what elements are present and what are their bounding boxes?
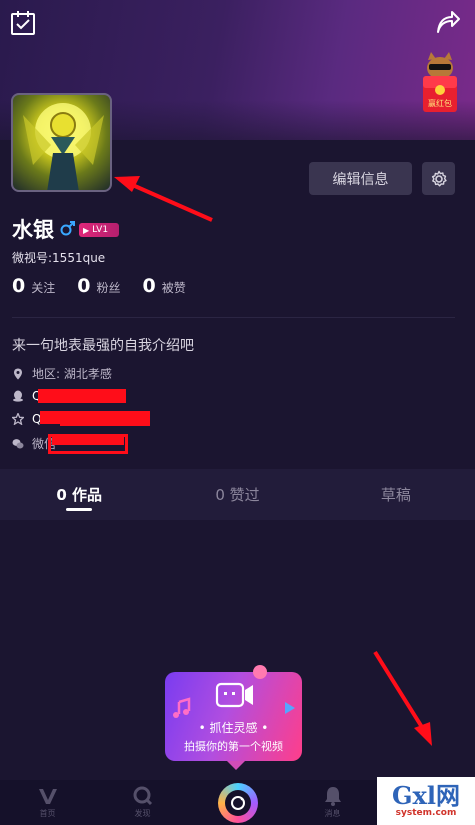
nav-label: 消息 xyxy=(324,809,341,818)
shoot-ring-icon xyxy=(224,789,251,816)
settings-button[interactable] xyxy=(422,162,455,195)
share-icon[interactable] xyxy=(435,10,461,36)
stat-number: 0 xyxy=(77,275,91,297)
site-watermark: Gxl网 system.com xyxy=(377,777,475,825)
divider xyxy=(12,317,455,318)
stat-label: 被赞 xyxy=(161,281,186,295)
stat-likes[interactable]: 0 被赞 xyxy=(143,275,186,297)
red-packet-promo[interactable]: 赢红包 xyxy=(419,52,461,116)
qzone-row: Q xyxy=(12,412,41,426)
watermark-sub: system.com xyxy=(395,808,457,818)
profile-stats: 0 关注 0 粉丝 0 被赞 xyxy=(12,275,208,297)
nav-discover[interactable]: 发现 xyxy=(95,780,190,825)
redaction-bar-qq xyxy=(38,389,126,403)
tab-works[interactable]: 0 作品 xyxy=(0,469,158,520)
male-icon xyxy=(60,221,75,236)
region-text: 地区: 湖北孝感 xyxy=(32,367,112,381)
star-icon xyxy=(12,413,24,425)
weishi-id: 微视号:1551que xyxy=(12,251,106,265)
level-badge: ▶ LV1 xyxy=(79,223,119,237)
nav-messages[interactable]: 消息 xyxy=(285,780,380,825)
redaction-bar-wechat xyxy=(52,437,124,445)
stat-number: 0 xyxy=(142,275,156,297)
promo-label: 赢红包 xyxy=(428,99,452,108)
redaction-bar-qzone-2 xyxy=(60,419,150,426)
stat-label: 粉丝 xyxy=(96,281,121,295)
stat-following[interactable]: 0 关注 xyxy=(12,275,55,297)
qq-penguin-icon xyxy=(13,390,23,402)
tip-title: • 抓住灵感 • xyxy=(198,721,269,735)
stat-followers[interactable]: 0 粉丝 xyxy=(77,275,120,297)
nav-label: 首页 xyxy=(39,809,56,818)
content-tabs: 0 作品 0 赞过 草稿 xyxy=(0,469,475,520)
avatar[interactable] xyxy=(11,93,112,192)
region-row: 地区: 湖北孝感 xyxy=(12,365,112,382)
bio-text: 来一句地表最强的自我介绍吧 xyxy=(12,338,194,354)
gear-icon xyxy=(431,170,447,186)
camera-button[interactable] xyxy=(217,782,258,823)
stat-label: 关注 xyxy=(31,281,56,295)
tab-drafts[interactable]: 草稿 xyxy=(317,469,475,520)
camera-icon xyxy=(173,682,295,718)
username: 水银 xyxy=(12,218,54,242)
bell-icon xyxy=(324,787,341,806)
wechat-icon xyxy=(12,438,24,448)
shoot-tip-card[interactable]: • 抓住灵感 • 拍摄你的第一个视频 xyxy=(165,665,302,770)
play-icon: ▶ xyxy=(83,225,90,235)
tab-liked[interactable]: 0 赞过 xyxy=(158,469,316,520)
level-label: LV1 xyxy=(92,225,109,235)
tip-subtitle: 拍摄你的第一个视频 xyxy=(184,740,283,753)
avatar-image xyxy=(23,103,104,190)
checklist-icon[interactable] xyxy=(10,10,36,36)
stat-number: 0 xyxy=(12,275,26,297)
nav-label: 发现 xyxy=(134,809,151,818)
location-pin-icon xyxy=(14,368,22,379)
edit-profile-button[interactable]: 编辑信息 xyxy=(309,162,412,195)
nav-shoot[interactable] xyxy=(190,780,285,825)
discover-icon xyxy=(133,786,152,806)
nav-home[interactable]: 首页 xyxy=(0,780,95,825)
watermark-main: Gxl网 xyxy=(392,781,460,810)
weishi-logo-icon xyxy=(38,789,57,804)
